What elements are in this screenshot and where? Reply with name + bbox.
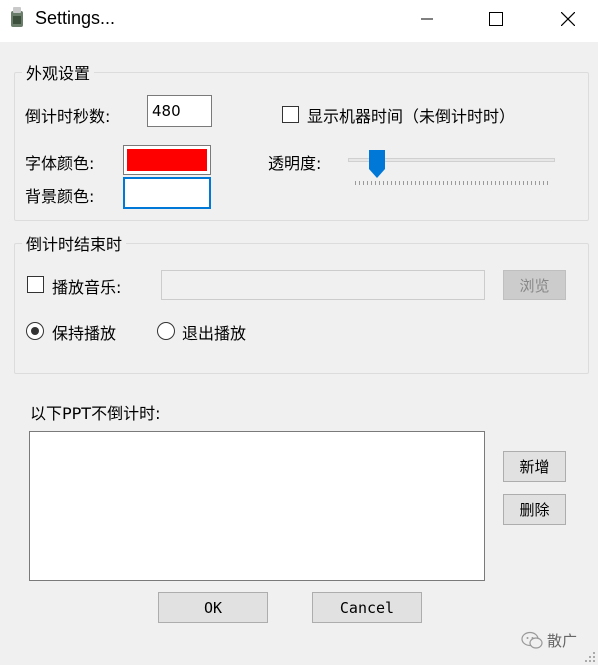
countdown-seconds-label: 倒计时秒数: — [25, 107, 111, 126]
app-icon — [11, 7, 23, 27]
appearance-group — [14, 72, 589, 221]
radio-exit-playing-label: 退出播放 — [182, 324, 247, 343]
radio-exit-playing[interactable] — [157, 322, 175, 340]
close-icon — [561, 12, 575, 26]
show-time-label: 显示机器时间（未倒计时时） — [307, 107, 516, 126]
cancel-button[interactable]: Cancel — [312, 592, 422, 623]
music-path-input[interactable] — [161, 270, 485, 300]
watermark-text: 散广 — [547, 632, 578, 650]
wechat-icon — [521, 631, 543, 649]
radio-keep-playing[interactable] — [26, 322, 44, 340]
minimize-button[interactable] — [404, 0, 450, 38]
bg-color-swatch[interactable] — [123, 177, 211, 209]
play-music-label: 播放音乐: — [52, 278, 122, 297]
excluded-ppt-list[interactable] — [29, 431, 485, 581]
window-title: Settings... — [35, 8, 116, 28]
show-time-checkbox[interactable] — [282, 106, 299, 123]
radio-keep-playing-label: 保持播放 — [52, 324, 117, 343]
radio-selected-dot — [31, 327, 39, 335]
font-color-fill — [127, 149, 207, 171]
appearance-group-label: 外观设置 — [22, 60, 95, 84]
transparency-slider-thumb[interactable] — [368, 149, 386, 179]
font-color-swatch[interactable] — [123, 145, 211, 175]
transparency-ticks — [355, 181, 548, 185]
maximize-button[interactable] — [473, 0, 519, 38]
countdown-seconds-input[interactable] — [147, 95, 212, 127]
close-button[interactable] — [545, 0, 591, 38]
minimize-icon — [421, 18, 433, 20]
bg-color-label: 背景颜色: — [25, 187, 95, 206]
transparency-label: 透明度: — [268, 154, 322, 173]
play-music-checkbox[interactable] — [27, 276, 44, 293]
add-button[interactable]: 新增 — [503, 451, 566, 482]
font-color-label: 字体颜色: — [25, 154, 95, 173]
end-action-group — [14, 243, 589, 374]
end-action-group-label: 倒计时结束时 — [22, 231, 127, 255]
resize-grip-icon[interactable] — [584, 651, 596, 663]
exclusions-label: 以下PPT不倒计时: — [30, 404, 161, 423]
ok-button[interactable]: OK — [158, 592, 268, 623]
browse-button[interactable]: 浏览 — [503, 270, 566, 300]
maximize-icon — [489, 12, 503, 26]
delete-button[interactable]: 删除 — [503, 494, 566, 525]
